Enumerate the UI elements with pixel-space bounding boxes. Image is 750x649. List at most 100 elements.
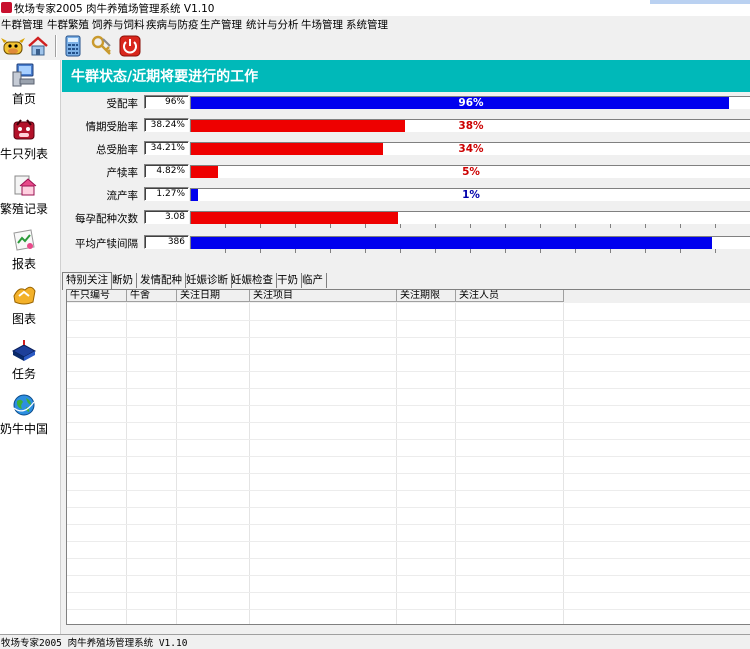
tick-mark xyxy=(610,224,611,228)
tick-mark xyxy=(540,224,541,228)
grid-row-line xyxy=(67,592,750,593)
column-header[interactable]: 牛舍 xyxy=(127,290,177,302)
nav-item-tasks[interactable]: 任务 xyxy=(0,337,48,387)
tick-mark xyxy=(435,249,436,253)
grid-row-line xyxy=(67,337,750,338)
nav-item-dairy-china[interactable]: 奶牛中国 xyxy=(0,392,48,442)
stat-value: 386 xyxy=(144,235,189,249)
nav-item-reports[interactable]: 报表 xyxy=(0,227,48,277)
tab-estrus-breeding[interactable]: 发情配种 xyxy=(137,273,186,288)
grid-row-line xyxy=(67,320,750,321)
nav-item-label: 首页 xyxy=(11,92,36,106)
stat-bar-percent: 96% xyxy=(458,97,484,109)
power-icon[interactable] xyxy=(118,34,142,58)
window-controls[interactable] xyxy=(650,0,750,4)
tab-weaning[interactable]: 断奶 xyxy=(109,273,137,288)
calculator-icon[interactable] xyxy=(61,34,85,58)
menu-production[interactable]: 生产管理 xyxy=(200,17,242,32)
window-title: 牧场专家2005 肉牛养殖场管理系统 V1.10 xyxy=(14,3,215,15)
tick-mark xyxy=(645,249,646,253)
stat-bar-track: 1% xyxy=(190,188,750,201)
menu-feeding[interactable]: 饲养与饲料 xyxy=(92,17,145,32)
stat-row: 情期受胎率 38.24% 38% xyxy=(62,118,750,134)
stat-label: 每孕配种次数 xyxy=(75,213,138,225)
toolbar-separator xyxy=(55,35,56,57)
tab-special-attention[interactable]: 特别关注 xyxy=(62,272,112,290)
tab-pregnancy-check[interactable]: 妊娠检查 xyxy=(228,273,277,288)
tab-dry-off[interactable]: 干奶 xyxy=(274,273,302,288)
grid-row-line xyxy=(67,541,750,542)
menu-disease[interactable]: 疾病与防疫 xyxy=(146,17,199,32)
column-header[interactable]: 关注日期 xyxy=(177,290,250,302)
nav-item-home[interactable]: 首页 xyxy=(0,62,48,112)
tick-mark xyxy=(680,249,681,253)
grid-row-line xyxy=(67,507,750,508)
nav-item-charts[interactable]: 图表 xyxy=(0,282,48,332)
stat-label: 总受胎率 xyxy=(96,144,138,156)
stat-value: 3.08 xyxy=(144,210,189,224)
grid-row-line xyxy=(67,558,750,559)
grid-row-line xyxy=(67,354,750,355)
toolbar xyxy=(0,32,750,60)
stat-value: 4.82% xyxy=(144,164,189,178)
column-header[interactable]: 关注期限 xyxy=(397,290,456,302)
nav-item-label: 繁殖记录 xyxy=(0,202,49,216)
stat-bar-percent: 38% xyxy=(458,120,484,132)
grid-row-line xyxy=(67,524,750,525)
tick-mark xyxy=(505,249,506,253)
globe-icon xyxy=(11,392,37,418)
stat-label: 产犊率 xyxy=(106,167,139,179)
keys-icon[interactable] xyxy=(90,34,114,58)
stat-row: 产犊率 4.82% 5% xyxy=(62,164,750,180)
stat-bar-percent: 1% xyxy=(462,189,480,201)
menu-breeding[interactable]: 牛群繁殖 xyxy=(47,17,89,32)
tick-mark xyxy=(365,224,366,228)
tick-mark xyxy=(295,224,296,228)
tick-mark xyxy=(400,224,401,228)
stat-row: 平均产犊间隔 386 xyxy=(62,235,750,253)
tick-mark xyxy=(645,224,646,228)
tick-mark xyxy=(260,249,261,253)
grid-row-line xyxy=(67,405,750,406)
nav-item-breeding[interactable]: 繁殖记录 xyxy=(0,172,48,222)
stat-bar-track: 5% xyxy=(190,165,750,178)
cow-icon xyxy=(11,117,37,143)
tick-mark xyxy=(295,249,296,253)
tick-mark xyxy=(610,249,611,253)
menu-system[interactable]: 系统管理 xyxy=(346,17,388,32)
status-text: 牧场专家2005 肉牛养殖场管理系统 V1.10 xyxy=(1,638,188,649)
grid-row-line xyxy=(67,490,750,491)
menu-farm[interactable]: 牛场管理 xyxy=(301,17,343,32)
menu-statistics[interactable]: 统计与分析 xyxy=(246,17,299,32)
menu-herd[interactable]: 牛群管理 xyxy=(1,17,43,32)
column-header[interactable]: 关注人员 xyxy=(456,290,564,302)
title-bar: 牧场专家2005 肉牛养殖场管理系统 V1.10 xyxy=(0,0,750,16)
section-banner: 牛群状态/近期将要进行的工作 xyxy=(62,60,750,92)
home-icon[interactable] xyxy=(26,34,50,58)
stat-label: 受配率 xyxy=(106,98,139,110)
menu-bar: 牛群管理 牛群繁殖 饲养与饲料 疾病与防疫 生产管理 统计与分析 牛场管理 系统… xyxy=(0,16,750,32)
tick-mark xyxy=(330,249,331,253)
nav-item-cattle-list[interactable]: 牛只列表 xyxy=(0,117,48,167)
grid-row-line xyxy=(67,371,750,372)
cow-face-icon[interactable] xyxy=(1,34,25,58)
stat-bar-track: 96% xyxy=(190,96,750,109)
tick-mark xyxy=(225,224,226,228)
grid-row-line xyxy=(67,575,750,576)
tick-mark xyxy=(715,249,716,253)
tab-calving[interactable]: 临产 xyxy=(299,273,327,288)
attention-table[interactable]: 牛只编号 牛舍 关注日期 关注项目 关注期限 关注人员 xyxy=(66,289,750,625)
tab-pregnancy-diagnosis[interactable]: 妊娠诊断 xyxy=(183,273,232,288)
stat-value: 1.27% xyxy=(144,187,189,201)
stat-bar-ticks xyxy=(190,224,750,228)
column-header[interactable]: 牛只编号 xyxy=(67,290,127,302)
stat-bar-track: 34% xyxy=(190,142,750,155)
column-header[interactable]: 关注项目 xyxy=(250,290,397,302)
stat-row: 总受胎率 34.21% 34% xyxy=(62,141,750,157)
tick-mark xyxy=(400,249,401,253)
grid-row-line xyxy=(67,456,750,457)
tick-mark xyxy=(470,224,471,228)
nav-item-label: 图表 xyxy=(11,312,36,326)
stat-bar-track: 38% xyxy=(190,119,750,132)
grid-row-line xyxy=(67,473,750,474)
